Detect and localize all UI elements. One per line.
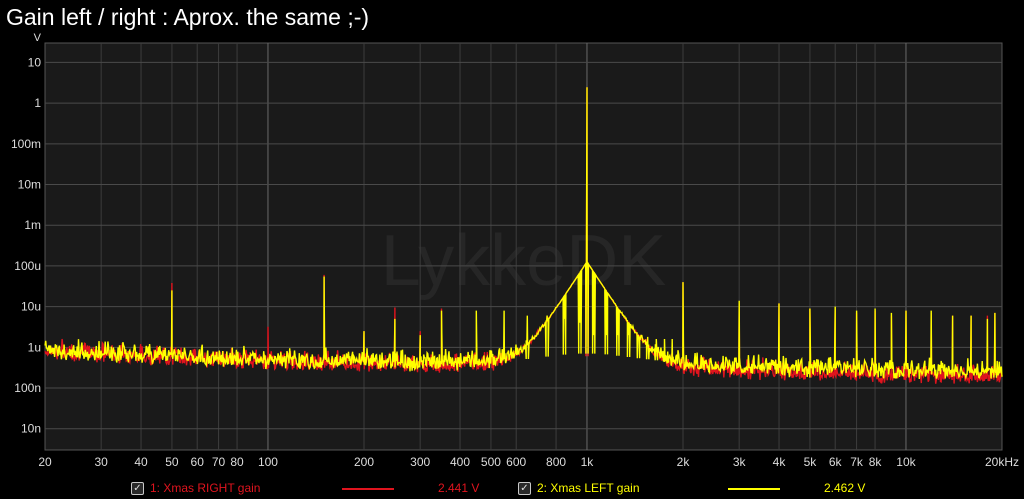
series2-reading: 2.462 V	[824, 481, 866, 495]
series2-swatch	[728, 488, 780, 490]
y-tick-label: 100m	[11, 137, 41, 151]
series2-name: 2: Xmas LEFT gain	[537, 481, 640, 495]
y-tick-label: 100n	[14, 381, 41, 395]
y-tick-label: 10m	[18, 178, 41, 192]
spectrum-chart: LykkeDK 20 30 40 50 60 70 80 100 200 300 400 500 600 8…	[11, 32, 1019, 469]
y-tick-label: 100u	[14, 259, 41, 273]
watermark: LykkeDK	[381, 221, 666, 301]
series2-checkbox[interactable]: ✓	[518, 482, 531, 495]
x-tick-label: 400	[450, 455, 470, 469]
series1-reading: 2.441 V	[438, 481, 480, 495]
x-tick-label: 800	[546, 455, 566, 469]
y-tick-label: 1u	[28, 340, 41, 354]
x-tick-label: 600	[506, 455, 526, 469]
y-tick-label: 10	[28, 55, 42, 69]
x-tick-label: 40	[134, 455, 148, 469]
x-tick-label: 3k	[733, 455, 747, 469]
x-tick-label: 1k	[581, 455, 595, 469]
y-tick-label: 10n	[21, 422, 41, 436]
series1-name: 1: Xmas RIGHT gain	[150, 481, 261, 495]
series1-swatch	[342, 488, 394, 490]
x-tick-label: 4k	[773, 455, 787, 469]
x-tick-label: 100	[258, 455, 278, 469]
x-tick-label: 50	[165, 455, 179, 469]
x-tick-label: 70	[212, 455, 226, 469]
x-tick-label: 10k	[896, 455, 916, 469]
x-tick-label: 5k	[804, 455, 818, 469]
x-tick-label: 80	[230, 455, 244, 469]
y-tick-label: 1	[34, 96, 41, 110]
x-tick-label: 300	[410, 455, 430, 469]
y-tick-label: 10u	[21, 300, 41, 314]
y-unit-label: V	[34, 32, 42, 44]
x-tick-label: 20	[38, 455, 52, 469]
x-tick-label: 6k	[829, 455, 843, 469]
y-tick-label: 1m	[24, 218, 41, 232]
x-tick-label: 500	[481, 455, 501, 469]
x-tick-label: 2k	[677, 455, 691, 469]
x-tick-label: 8k	[869, 455, 883, 469]
x-tick-label: 200	[354, 455, 374, 469]
x-tick-label: 7k	[850, 455, 864, 469]
x-tick-label: 60	[191, 455, 205, 469]
series1-checkbox[interactable]: ✓	[131, 482, 144, 495]
legend: ✓ 1: Xmas RIGHT gain 2.441 V ✓ 2: Xmas L…	[0, 478, 1024, 498]
x-tick-label: 30	[94, 455, 108, 469]
x-tick-label: 20kHz	[985, 455, 1019, 469]
